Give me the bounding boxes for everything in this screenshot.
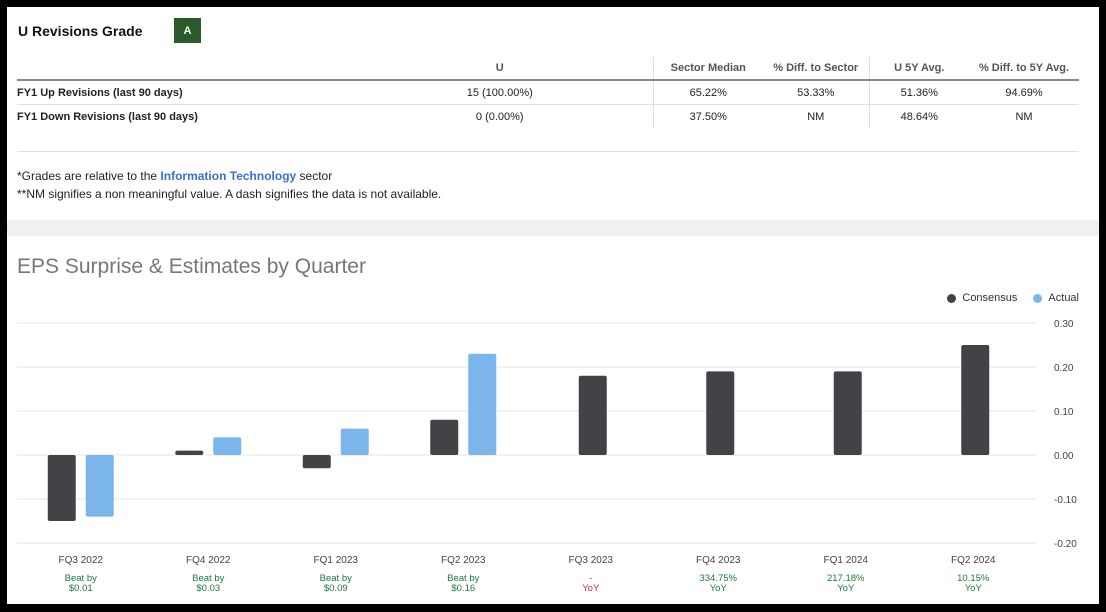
x-tick-label: FQ1 2024: [824, 555, 869, 566]
bar-actual: [340, 428, 369, 455]
x-tick-label: FQ3 2022: [59, 555, 104, 566]
x-tick-label: FQ4 2023: [696, 555, 741, 566]
surprise-label-line2: YoY: [582, 583, 600, 594]
x-tick-label: FQ2 2023: [441, 555, 486, 566]
surprise-label-line2: YoY: [710, 583, 728, 594]
y-tick-label: -0.20: [1054, 539, 1077, 550]
y-tick-label: 0.00: [1054, 451, 1074, 462]
x-tick-label: FQ2 2024: [951, 555, 996, 566]
bar-consensus: [961, 345, 990, 455]
surprise-label-line2: YoY: [965, 583, 983, 594]
surprise-label-line2: $0.03: [196, 583, 220, 594]
y-tick-label: 0.10: [1054, 407, 1074, 418]
page: U Revisions Grade A U Sector Median % Di…: [7, 7, 1099, 604]
x-tick-label: FQ3 2023: [569, 555, 614, 566]
x-tick-label: FQ1 2023: [314, 555, 359, 566]
bar-actual: [213, 437, 242, 455]
bar-consensus: [578, 375, 607, 455]
surprise-label-line2: $0.16: [451, 583, 475, 594]
surprise-label-line2: $0.09: [324, 583, 348, 594]
eps-chart: 0.300.200.100.00-0.10-0.20FQ3 2022Beat b…: [17, 319, 1077, 594]
bar-consensus: [47, 455, 76, 521]
y-tick-label: 0.20: [1054, 363, 1074, 374]
x-tick-label: FQ4 2022: [186, 555, 231, 566]
bar-consensus: [430, 419, 459, 455]
bar-consensus: [302, 455, 331, 469]
surprise-label-line2: YoY: [837, 583, 855, 594]
bar-consensus: [175, 450, 204, 455]
bar-actual: [85, 455, 114, 517]
surprise-label-line2: $0.01: [69, 583, 93, 594]
bar-consensus: [833, 371, 862, 455]
y-tick-label: 0.30: [1054, 319, 1074, 330]
bar-actual: [468, 353, 497, 455]
bar-consensus: [706, 371, 735, 455]
y-tick-label: -0.10: [1054, 495, 1077, 506]
